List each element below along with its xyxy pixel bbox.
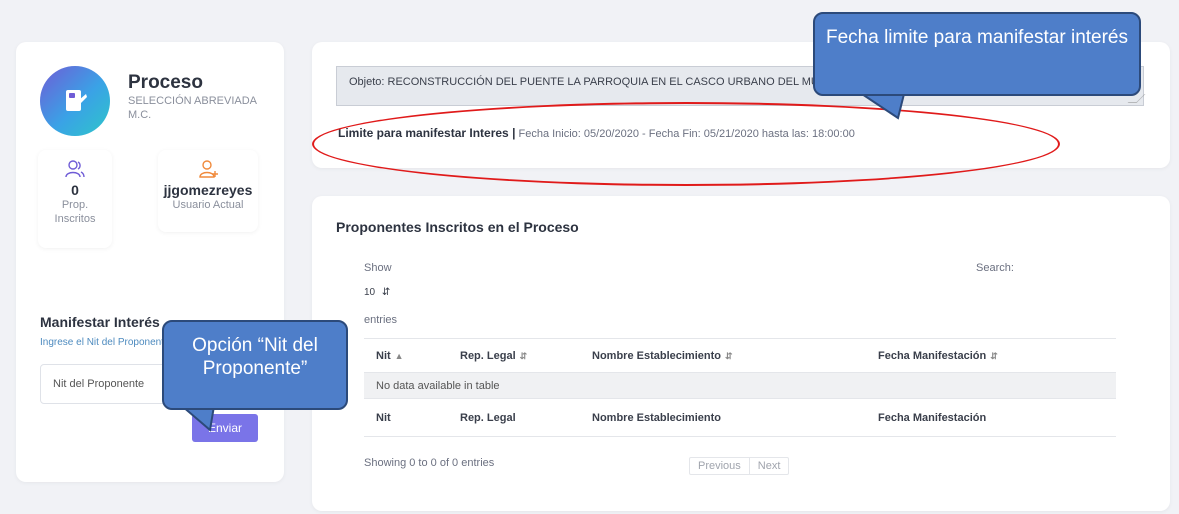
- column-header-rep-legal[interactable]: Rep. Legal ⇵: [448, 338, 580, 373]
- interest-limit-label: Limite para manifestar Interes |: [338, 126, 516, 140]
- page-length-value: 10: [364, 287, 376, 298]
- callout-nit-proponente: Opción “Nit del Proponente”: [162, 320, 348, 410]
- process-type: SELECCIÓN ABREVIADA M.C.: [128, 95, 257, 121]
- search-label: Search:: [976, 262, 1014, 274]
- footer-nit: Nit: [364, 398, 448, 437]
- manifest-interest-title: Manifestar Interés: [40, 314, 160, 330]
- column-header-fecha[interactable]: Fecha Manifestación ⇵: [866, 338, 1116, 373]
- process-logo: [40, 66, 110, 136]
- proponents-count: 0: [71, 182, 79, 198]
- footer-rep-legal: Rep. Legal: [448, 398, 580, 437]
- footer-fecha: Fecha Manifestación: [866, 398, 1116, 437]
- process-title: Proceso: [128, 72, 203, 93]
- current-user-label: Usuario Actual: [172, 199, 244, 211]
- document-icon: [66, 90, 87, 111]
- pagination: Previous Next: [689, 457, 790, 475]
- sort-icon: ⇵: [519, 350, 528, 361]
- objeto-text: Objeto: RECONSTRUCCIÓN DEL PUENTE LA PAR…: [349, 76, 860, 88]
- sort-icon: ⇵: [724, 350, 733, 361]
- column-header-nombre[interactable]: Nombre Establecimiento ⇵: [580, 338, 866, 373]
- column-header-nit[interactable]: Nit ▲: [364, 338, 448, 373]
- empty-table-message: No data available in table: [364, 372, 1116, 399]
- process-summary-card: Proceso SELECCIÓN ABREVIADA M.C. 0 Prop.…: [16, 42, 284, 482]
- table-info: Showing 0 to 0 of 0 entries: [364, 457, 495, 469]
- previous-button[interactable]: Previous: [690, 458, 749, 474]
- table-header-row: Nit ▲ Rep. Legal ⇵ Nombre Establecimiento ⇵…: [364, 338, 1116, 373]
- proponents-table: Nit ▲ Rep. Legal ⇵ Nombre Establecimiento ⇵…: [364, 338, 1116, 437]
- manifest-interest-help: Ingrese el Nit del Proponente: [40, 337, 170, 348]
- proponents-card: Proponentes Inscritos en el Proceso Show…: [312, 196, 1170, 511]
- proponents-label: Prop. Inscritos: [54, 199, 96, 225]
- sort-asc-icon: ▲: [394, 350, 404, 361]
- footer-nombre: Nombre Establecimiento: [580, 398, 866, 437]
- table-row: No data available in table: [364, 372, 1116, 399]
- callout-tail: [860, 92, 906, 120]
- callout-fecha-limite: Fecha limite para manifestar interés: [813, 12, 1141, 96]
- show-label: Show: [364, 262, 392, 274]
- sort-updown-icon: ⇵: [381, 287, 391, 298]
- stat-proponents: 0 Prop. Inscritos: [38, 150, 112, 248]
- table-footer-row: Nit Rep. Legal Nombre Establecimiento Fe…: [364, 398, 1116, 437]
- users-icon: [65, 160, 85, 178]
- sort-icon: ⇵: [990, 350, 998, 361]
- proponents-title: Proponentes Inscritos en el Proceso: [336, 219, 579, 235]
- page-length-select[interactable]: 10 ⇵: [364, 287, 390, 298]
- current-username: jjgomezreyes: [163, 182, 253, 198]
- interest-limit: Limite para manifestar Interes | Fecha I…: [338, 126, 855, 140]
- user-add-icon: [199, 160, 218, 178]
- entries-label: entries: [364, 314, 398, 326]
- stat-current-user: jjgomezreyes Usuario Actual: [158, 150, 258, 232]
- interest-limit-dates: Fecha Inicio: 05/20/2020 - Fecha Fin: 05…: [518, 128, 855, 140]
- next-button[interactable]: Next: [748, 458, 789, 474]
